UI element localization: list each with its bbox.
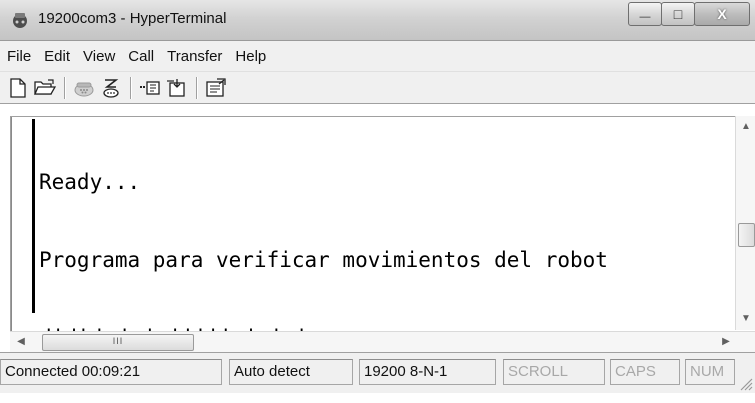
open-button[interactable] (33, 76, 57, 100)
minimize-icon: — (639, 10, 651, 23)
menu-bar: File Edit View Call Transfer Help (0, 41, 755, 72)
open-folder-icon (34, 78, 56, 95)
status-caps-lock: CAPS (610, 359, 680, 385)
call-button[interactable] (72, 76, 96, 100)
new-file-icon (10, 77, 26, 98)
terminal-line: Programa para verificar movimientos del … (39, 248, 608, 272)
title-bar[interactable]: 19200com3 - HyperTerminal — □ X (0, 0, 755, 41)
window-title: 19200com3 - HyperTerminal (38, 10, 227, 27)
status-scroll-lock: SCROLL (503, 359, 605, 385)
status-bar: Connected 00:09:21 Auto detect 19200 8-N… (0, 352, 755, 393)
close-button[interactable]: X (694, 2, 750, 26)
scroll-left-arrow[interactable]: ◀ (12, 332, 30, 352)
new-connection-button[interactable] (6, 76, 30, 100)
status-num-lock: NUM (685, 359, 735, 385)
properties-button[interactable] (204, 76, 228, 100)
caption-buttons: — □ X (628, 2, 750, 26)
hyperterminal-app-icon[interactable] (10, 10, 30, 30)
terminal-left-margin-bar (32, 119, 35, 313)
menu-file[interactable]: File (0, 48, 37, 65)
minimize-button[interactable]: — (628, 2, 662, 26)
menu-help[interactable]: Help (228, 48, 272, 65)
disconnect-icon (103, 78, 119, 98)
status-detect: Auto detect (229, 359, 353, 385)
horizontal-scrollbar[interactable]: ◀ III ▶ (10, 331, 755, 352)
maximize-icon: □ (673, 6, 683, 22)
menu-view[interactable]: View (76, 48, 121, 65)
hyperterminal-window: 19200com3 - HyperTerminal — □ X File Edi… (0, 0, 755, 393)
maximize-button[interactable]: □ (661, 2, 695, 26)
status-connected: Connected 00:09:21 (0, 359, 222, 385)
horizontal-scroll-thumb[interactable]: III (42, 334, 194, 351)
vertical-scroll-thumb[interactable] (738, 223, 755, 247)
scroll-right-arrow[interactable]: ▶ (717, 332, 735, 352)
vertical-scrollbar[interactable]: ▲ ▼ (735, 116, 755, 330)
toolbar (0, 72, 755, 104)
terminal-area[interactable]: Ready... Programa para verificar movimie… (10, 116, 755, 350)
status-port-settings: 19200 8-N-1 (359, 359, 496, 385)
properties-icon (206, 77, 226, 97)
toolbar-separator (196, 76, 198, 99)
resize-grip-icon[interactable] (739, 377, 753, 391)
menu-call[interactable]: Call (121, 48, 160, 65)
disconnect-button[interactable] (99, 76, 123, 100)
toolbar-separator (130, 76, 132, 99)
phone-icon (74, 82, 94, 96)
receive-button[interactable] (165, 76, 189, 100)
menu-transfer[interactable]: Transfer (160, 48, 228, 65)
thumb-grip: III (112, 336, 124, 346)
close-icon: X (717, 6, 727, 22)
menu-edit[interactable]: Edit (37, 48, 76, 65)
terminal-line: Ready... (39, 170, 141, 194)
receive-icon (167, 78, 185, 97)
send-icon (140, 80, 160, 95)
scroll-up-arrow[interactable]: ▲ (736, 118, 755, 136)
send-button[interactable] (138, 76, 162, 100)
scroll-down-arrow[interactable]: ▼ (736, 310, 755, 328)
toolbar-separator (64, 76, 66, 99)
